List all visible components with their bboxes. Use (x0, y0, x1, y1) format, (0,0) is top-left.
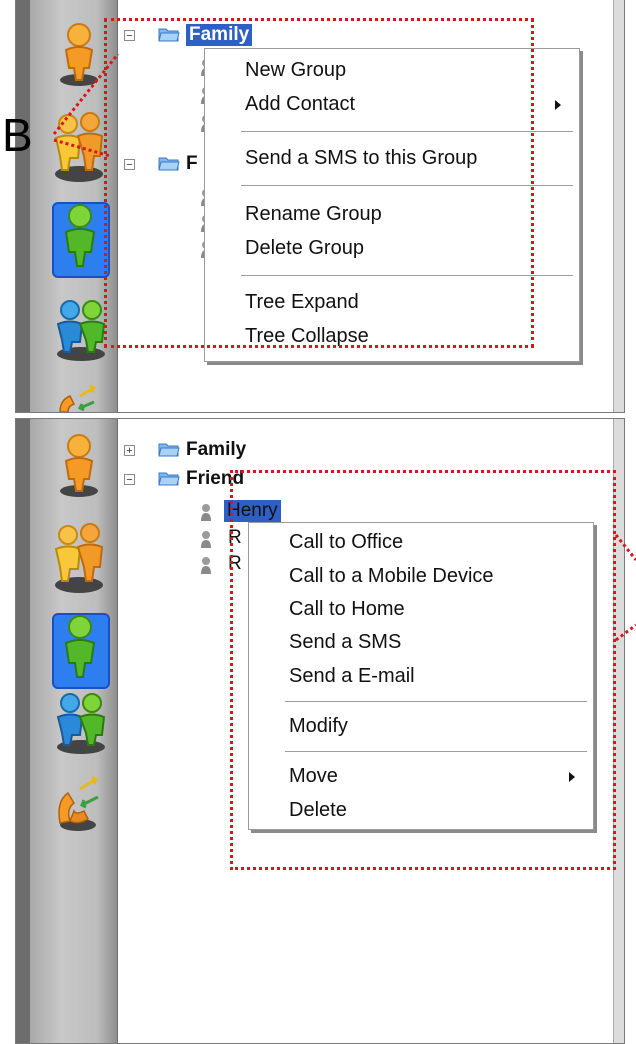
person-orange-icon[interactable] (54, 433, 104, 499)
highlight-box-group-menu (104, 18, 534, 348)
group-blue-green-icon[interactable] (52, 689, 110, 755)
collapse-icon[interactable]: − (124, 474, 135, 486)
tree-group-label: Family (186, 439, 247, 460)
tree-group-family[interactable]: + Family (124, 439, 324, 461)
person-orange-icon[interactable] (54, 22, 104, 88)
group-people-icon[interactable] (50, 519, 108, 595)
contact-icon (201, 504, 211, 521)
highlight-box-contact-menu (230, 470, 616, 870)
group-people-icon[interactable] (50, 108, 108, 184)
phone-transfer-icon[interactable] (56, 382, 102, 412)
contact-icon (201, 531, 211, 548)
person-green-selected-icon[interactable] (52, 609, 112, 689)
sidebar-bottom (16, 419, 118, 1043)
callout-label-b: B (2, 109, 33, 161)
folder-icon (158, 443, 180, 457)
folder-icon (158, 472, 180, 486)
scrollbar[interactable] (613, 0, 624, 412)
submenu-arrow-icon (555, 100, 561, 110)
sidebar-top (16, 0, 118, 412)
expand-icon[interactable]: + (124, 445, 135, 457)
phone-transfer-icon[interactable] (54, 771, 104, 833)
group-blue-green-icon[interactable] (52, 296, 110, 362)
person-green-selected-icon[interactable] (52, 198, 112, 278)
contact-icon (201, 557, 211, 574)
